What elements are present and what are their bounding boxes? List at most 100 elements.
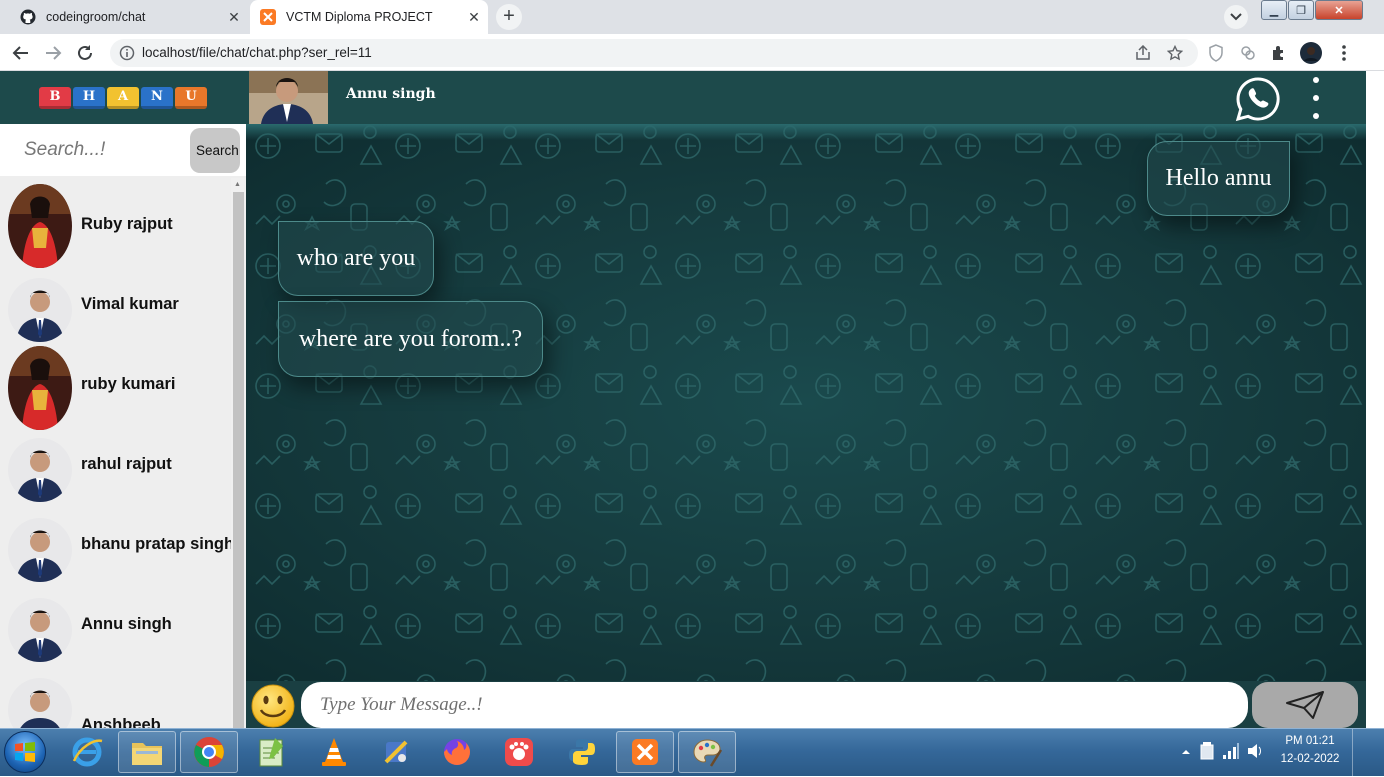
taskbar-vlc[interactable] xyxy=(305,731,363,773)
taskbar-baidu[interactable] xyxy=(490,731,548,773)
avatar xyxy=(8,184,72,268)
new-tab-button[interactable]: + xyxy=(496,4,522,30)
arrow-right-icon xyxy=(46,46,62,60)
scrollbar-thumb[interactable] xyxy=(233,192,244,728)
logo-letter: N xyxy=(141,86,173,109)
info-icon[interactable] xyxy=(118,44,136,62)
avatar xyxy=(8,678,72,728)
clock-date[interactable]: 12-02-2022 xyxy=(1276,753,1344,765)
contact-item[interactable]: Ruby rajput xyxy=(0,184,232,268)
message-input[interactable] xyxy=(301,682,1248,728)
contact-item[interactable]: ruby kumari xyxy=(0,344,232,430)
window-minimize-button[interactable]: ▁ xyxy=(1261,0,1287,20)
show-desktop-button[interactable] xyxy=(1352,729,1366,777)
sidebar-scrollbar[interactable]: ▲ xyxy=(231,178,246,728)
taskbar-xampp[interactable] xyxy=(616,731,674,773)
volume-icon[interactable] xyxy=(1246,741,1264,761)
contact-name: Anshbeeb xyxy=(81,716,161,728)
tab-search-button[interactable] xyxy=(1224,5,1248,29)
sent-message-bubble: Hello annu xyxy=(1147,141,1290,216)
emoji-button[interactable] xyxy=(249,683,297,729)
search-bar: Search xyxy=(0,124,246,176)
start-button[interactable] xyxy=(4,731,46,773)
contact-item[interactable]: Vimal kumar xyxy=(0,264,232,344)
tab-title: codeingroom/chat xyxy=(46,10,146,24)
clock-time[interactable]: PM 01:21 xyxy=(1280,735,1340,747)
received-message-bubble: who are you xyxy=(278,221,434,296)
whatsapp-icon[interactable] xyxy=(1234,75,1282,123)
contact-name: Annu singh xyxy=(81,614,172,633)
back-button[interactable] xyxy=(8,40,34,66)
contact-item[interactable]: Anshbeeb xyxy=(0,664,232,728)
taskbar-file-explorer[interactable] xyxy=(118,731,176,773)
bookmark-star-icon[interactable] xyxy=(1166,44,1184,62)
logo-letter: A xyxy=(107,86,139,109)
taskbar-firefox[interactable] xyxy=(428,731,486,773)
contact-avatar[interactable] xyxy=(249,71,328,124)
message-area[interactable]: Hello annu who are you where are you for… xyxy=(246,124,1366,681)
contact-list: Ruby rajput Vimal kumar ruby kumari rahu… xyxy=(0,181,232,728)
browser-tab-codeingroom[interactable]: codeingroom/chat ✕ xyxy=(8,0,248,34)
bhanu-logo: B H A N U xyxy=(0,71,246,124)
contact-item[interactable]: bhanu pratap singh xyxy=(0,504,232,584)
forward-button[interactable] xyxy=(40,40,66,66)
github-icon xyxy=(20,9,36,25)
logo-letter: B xyxy=(39,86,71,109)
avatar xyxy=(8,598,72,662)
taskbar-notepad-plus[interactable] xyxy=(242,731,300,773)
internet-explorer-icon xyxy=(72,737,103,767)
avatar xyxy=(8,346,72,430)
windows-logo-icon xyxy=(15,742,35,762)
share-icon[interactable] xyxy=(1134,44,1152,62)
received-message-bubble: where are you forom..? xyxy=(278,301,543,377)
browser-menu-icon[interactable] xyxy=(1333,42,1355,64)
browser-tab-vctm[interactable]: VCTM Diploma PROJECT ✕ xyxy=(250,0,488,34)
search-button[interactable]: Search xyxy=(190,128,240,173)
taskbar-python[interactable] xyxy=(553,731,611,773)
profile-avatar[interactable] xyxy=(1300,42,1322,64)
window-restore-button[interactable]: ❐ xyxy=(1288,0,1314,20)
smiley-icon xyxy=(251,684,295,728)
python-icon xyxy=(569,739,595,765)
firefox-icon xyxy=(444,739,470,765)
xampp-icon xyxy=(632,739,658,765)
contact-item[interactable]: Annu singh xyxy=(0,584,232,664)
browser-tab-strip: codeingroom/chat ✕ VCTM Diploma PROJECT … xyxy=(0,0,1384,34)
avatar xyxy=(8,278,72,342)
send-button[interactable] xyxy=(1252,682,1358,728)
close-tab-icon[interactable]: ✕ xyxy=(220,9,248,26)
avatar xyxy=(8,518,72,582)
taskbar-chrome[interactable] xyxy=(180,731,238,773)
tray-expand-arrow-icon[interactable] xyxy=(1180,746,1192,758)
taskbar-internet-explorer[interactable] xyxy=(58,731,116,773)
network-signal-icon[interactable] xyxy=(1222,741,1240,761)
search-input[interactable] xyxy=(4,128,184,172)
page-scrollbar[interactable] xyxy=(1366,71,1384,728)
usb-device-icon[interactable] xyxy=(1198,741,1216,761)
reload-icon xyxy=(78,45,92,60)
folder-icon xyxy=(132,743,162,765)
taskbar-app-wrench[interactable] xyxy=(367,731,425,773)
tab-title: VCTM Diploma PROJECT xyxy=(286,10,433,24)
logo-letter: H xyxy=(73,86,105,109)
contact-item[interactable]: rahul rajput xyxy=(0,424,232,504)
window-close-button[interactable]: ✕ xyxy=(1315,0,1363,20)
shield-extension-icon[interactable] xyxy=(1205,42,1227,64)
chrome-icon xyxy=(194,737,224,767)
xampp-icon xyxy=(260,9,276,25)
puzzle-extensions-icon[interactable] xyxy=(1268,42,1290,64)
logo-letter: U xyxy=(175,86,207,109)
contact-name: bhanu pratap singh xyxy=(81,534,232,553)
reload-button[interactable] xyxy=(72,40,98,66)
chevron-down-icon xyxy=(1230,13,1242,21)
more-options-icon[interactable] xyxy=(1306,76,1326,120)
circles-extension-icon[interactable] xyxy=(1237,42,1259,64)
contact-name: Ruby rajput xyxy=(81,214,173,233)
scroll-up-arrow-icon[interactable]: ▲ xyxy=(234,181,241,188)
message-composer xyxy=(246,681,1366,728)
taskbar-paint[interactable] xyxy=(678,731,736,773)
windows-taskbar: PM 01:21 12-02-2022 xyxy=(0,728,1384,777)
vlc-cone-icon xyxy=(322,738,346,766)
address-bar[interactable]: localhost/file/chat/chat.php?ser_rel=11 xyxy=(110,39,1198,67)
close-tab-icon[interactable]: ✕ xyxy=(460,9,488,26)
